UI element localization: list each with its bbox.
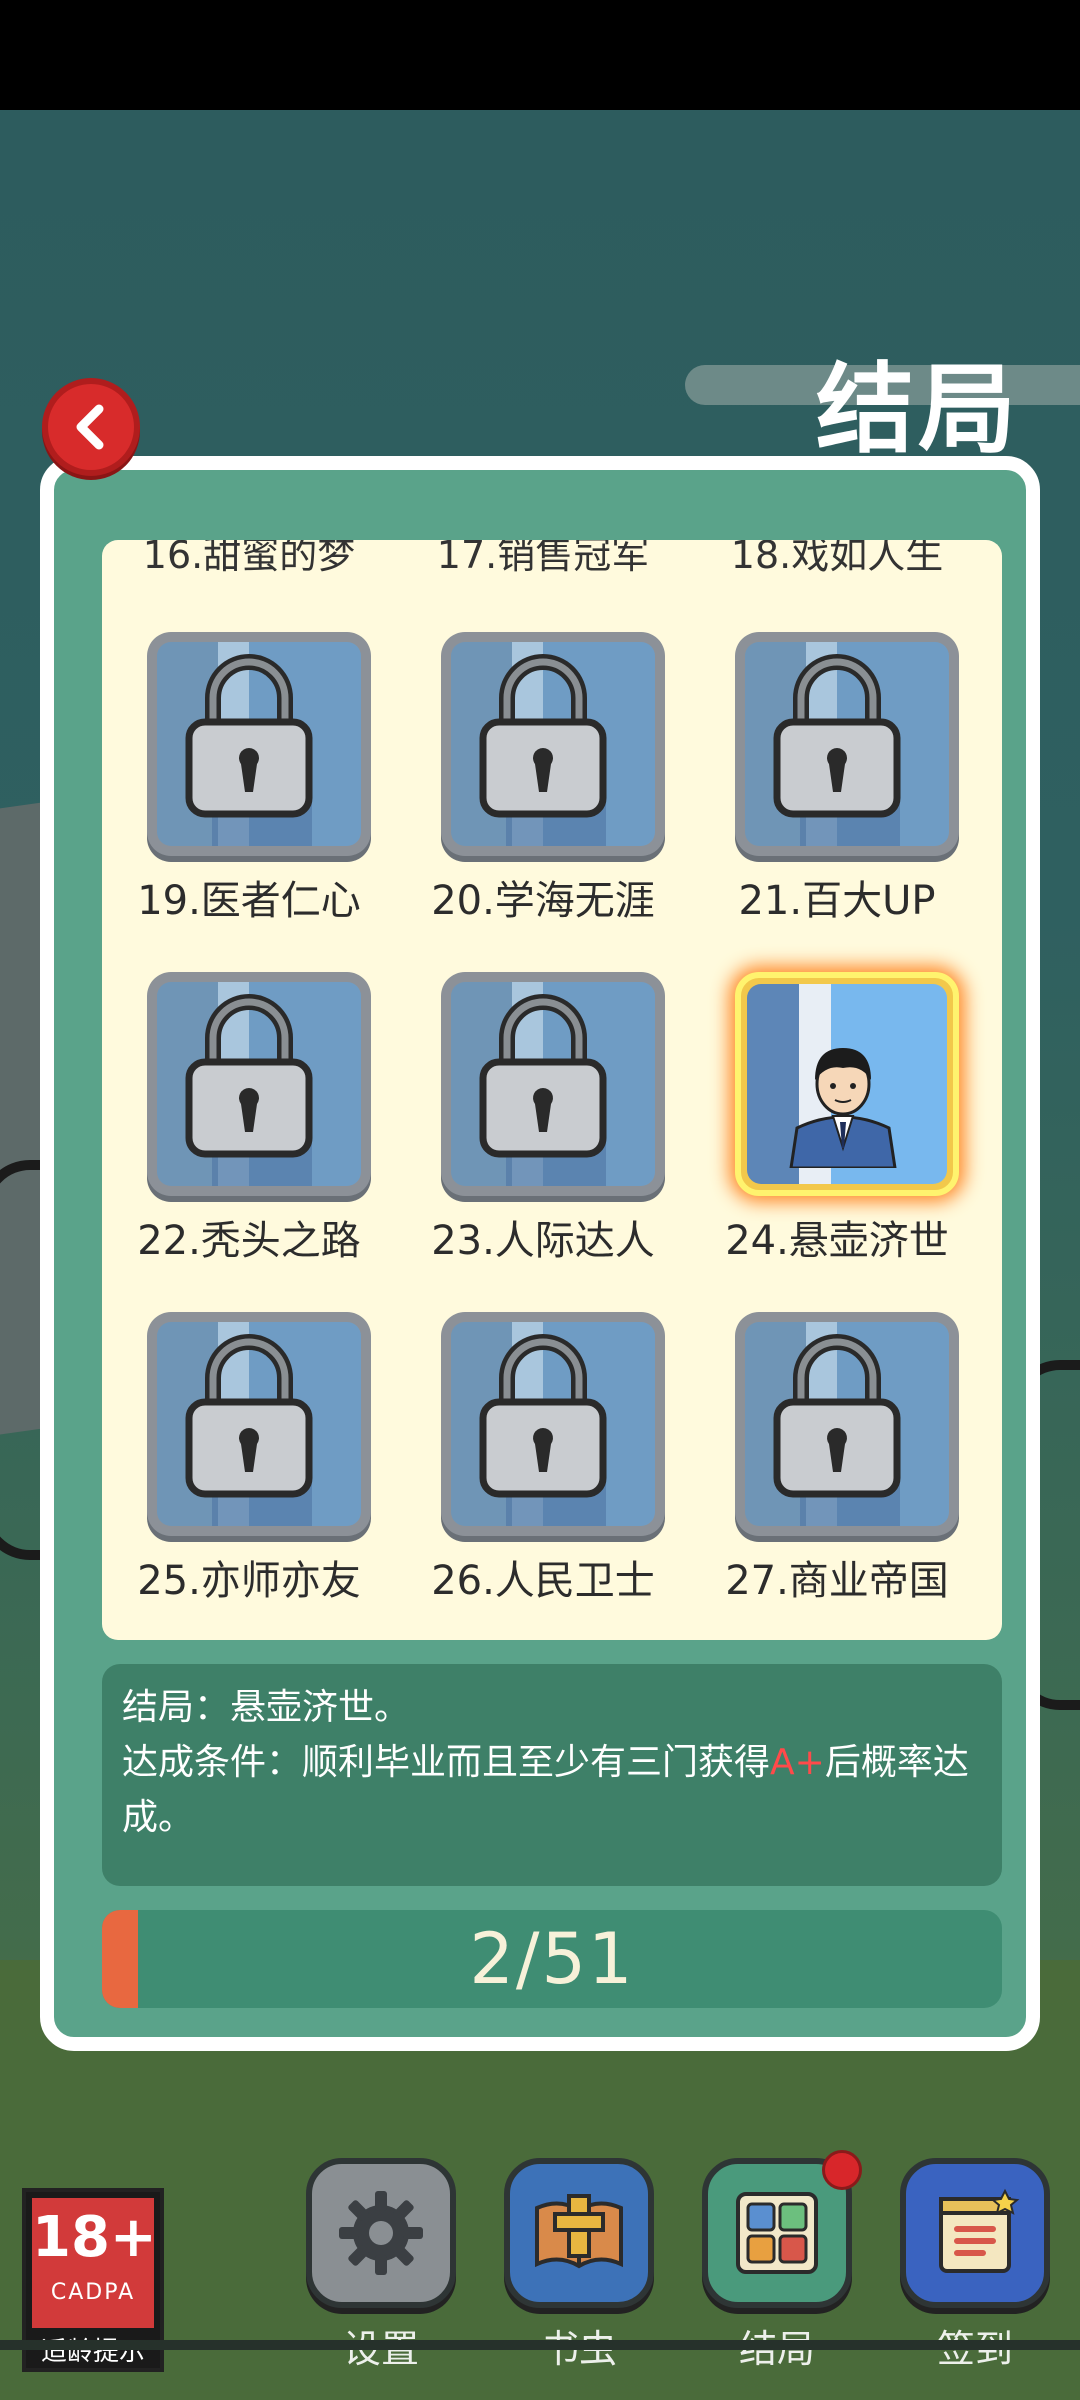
- grid-icon: [736, 2192, 818, 2274]
- gear-icon: [339, 2191, 423, 2275]
- settings-button[interactable]: [306, 2158, 456, 2308]
- ending-thumbnail[interactable]: [441, 1312, 665, 1536]
- age-rating-tip: 适龄提示: [40, 2337, 145, 2367]
- ending-thumbnail[interactable]: [147, 1312, 371, 1536]
- ending-thumbnail[interactable]: [441, 972, 665, 1196]
- ending-label: 19.医者仁心: [137, 878, 361, 924]
- progress-bar: 2/51: [102, 1910, 1002, 2008]
- ending-card[interactable]: 22.秃头之路: [102, 972, 396, 1292]
- page-title: 结局: [815, 353, 1020, 467]
- ending-card[interactable]: 20.学海无涯: [396, 632, 690, 952]
- lock-icon: [185, 654, 313, 818]
- ending-card[interactable]: 24.悬壶济世: [690, 972, 984, 1292]
- age-rating-org: CADPA: [50, 2280, 136, 2305]
- ending-thumbnail[interactable]: [147, 972, 371, 1196]
- ending-thumbnail[interactable]: [735, 1312, 959, 1536]
- ending-thumbnail[interactable]: [147, 632, 371, 856]
- ending-label: 22.秃头之路: [137, 1218, 361, 1264]
- chevron-left-icon: [76, 404, 104, 450]
- ending-title-text: 结局：悬壶济世。: [122, 1687, 411, 1728]
- lock-icon: [773, 1334, 901, 1498]
- character-portrait: [789, 1048, 897, 1168]
- lock-icon: [185, 1334, 313, 1498]
- book-icon: [535, 2194, 623, 2269]
- checkin-button[interactable]: [900, 2158, 1050, 2308]
- ending-condition-text: 达成条件：顺利毕业而且至少有三门获得A+后概率达成。: [122, 1742, 969, 1838]
- lock-icon: [479, 654, 607, 818]
- ending-thumbnail[interactable]: [735, 632, 959, 856]
- ending-label: 25.亦师亦友: [137, 1558, 361, 1604]
- ending-label: 21.百大UP: [738, 878, 936, 924]
- ending-label: 18.戏如人生: [730, 540, 944, 577]
- ending-label: 17.销售冠军: [436, 540, 650, 577]
- back-button[interactable]: [42, 378, 140, 476]
- ending-thumbnail[interactable]: [441, 632, 665, 856]
- lock-icon: [479, 1334, 607, 1498]
- ending-card[interactable]: 19.医者仁心: [102, 632, 396, 952]
- grade-highlight: A+: [770, 1742, 825, 1783]
- ending-card[interactable]: 27.商业帝国: [690, 1312, 984, 1632]
- checkin-icon: [939, 2188, 1020, 2273]
- ending-label: 26.人民卫士: [431, 1558, 655, 1604]
- ending-card[interactable]: 26.人民卫士: [396, 1312, 690, 1632]
- age-rating-number: 18+: [32, 2205, 157, 2270]
- lock-icon: [479, 994, 607, 1158]
- lock-icon: [773, 654, 901, 818]
- age-rating-box: 18+ CADPA: [32, 2198, 157, 2328]
- ending-card[interactable]: 21.百大UP: [690, 632, 984, 952]
- endings-grid[interactable]: 16.甜蜜的梦 17.销售冠军 18.戏如人生 19.医者仁心 20.学海无涯 21…: [102, 540, 1002, 1640]
- ending-label: 24.悬壶济世: [725, 1218, 949, 1264]
- notification-dot: [822, 2150, 862, 2190]
- ending-label: 23.人际达人: [431, 1218, 655, 1264]
- ending-label: 16.甜蜜的梦: [142, 540, 356, 577]
- ending-label: 27.商业帝国: [725, 1558, 949, 1604]
- status-bar: [0, 0, 1080, 110]
- progress-text: 2/51: [469, 1918, 635, 2000]
- partial-row: 16.甜蜜的梦 17.销售冠军 18.戏如人生: [102, 540, 1002, 584]
- ending-description: 结局：悬壶济世。 达成条件：顺利毕业而且至少有三门获得A+后概率达成。: [102, 1664, 1002, 1886]
- ending-thumbnail[interactable]: [735, 972, 959, 1196]
- lock-icon: [185, 994, 313, 1158]
- endings-panel: 16.甜蜜的梦 17.销售冠军 18.戏如人生 19.医者仁心 20.学海无涯 21…: [40, 456, 1040, 2051]
- ending-card[interactable]: 23.人际达人: [396, 972, 690, 1292]
- ending-card[interactable]: 25.亦师亦友: [102, 1312, 396, 1632]
- nav-baseline: [0, 2340, 1080, 2350]
- ending-label: 20.学海无涯: [431, 878, 655, 924]
- bookworm-button[interactable]: [504, 2158, 654, 2308]
